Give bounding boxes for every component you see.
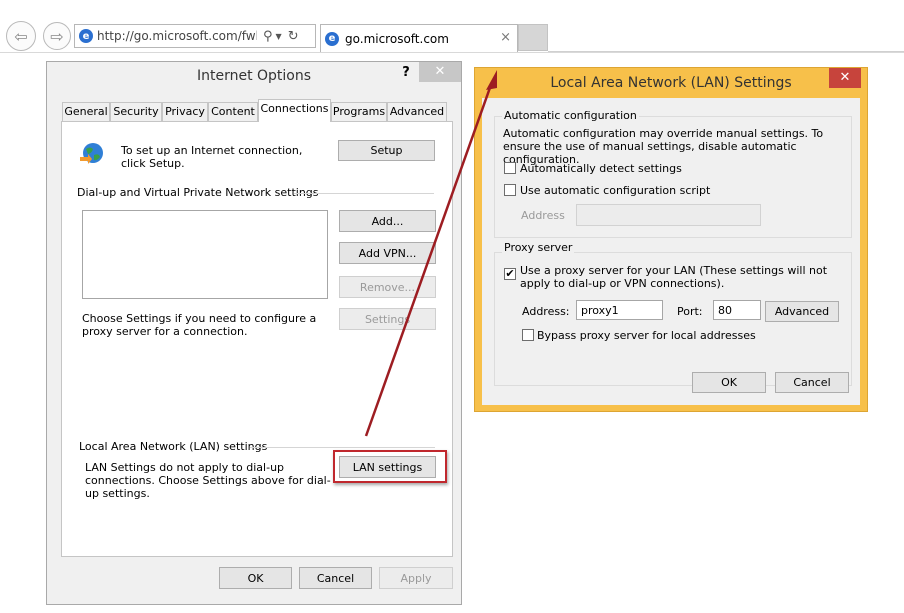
advanced-button[interactable]: Advanced [765,301,839,322]
add-vpn-button[interactable]: Add VPN... [339,242,436,264]
auto-script-checkbox[interactable] [504,184,516,196]
tab-general[interactable]: General [62,102,110,121]
lan-dialog-body: Automatic configuration Automatic config… [482,98,860,405]
bypass-label: Bypass proxy server for local addresses [537,329,756,342]
lan-text: LAN Settings do not apply to dial-up con… [85,461,331,500]
settings-text: Choose Settings if you need to configure… [82,312,317,338]
script-address-label: Address [521,209,565,222]
lan-close-button[interactable]: ✕ [829,68,861,88]
proxy-address-label: Address: [522,305,570,318]
apply-button[interactable]: Apply [379,567,453,589]
auto-detect-checkbox[interactable] [504,162,516,174]
add-button[interactable]: Add... [339,210,436,232]
setup-button[interactable]: Setup [338,140,435,161]
proxy-server-header: Proxy server [502,241,575,254]
settings-button[interactable]: Settings [339,308,436,330]
cancel-button[interactable]: Cancel [299,567,372,589]
address-url: http://go.microsoft.com/fwlin [97,29,257,43]
close-button[interactable]: ✕ [419,62,461,82]
port-input[interactable]: 80 [713,300,761,320]
dialup-header: Dial-up and Virtual Private Network sett… [77,186,319,199]
script-address-input[interactable] [576,204,761,226]
bypass-checkbox[interactable] [522,329,534,341]
browser-tab[interactable]: e go.microsoft.com × [320,24,518,52]
ok-button[interactable]: OK [219,567,292,589]
connections-panel: To set up an Internet connection, click … [61,121,453,557]
close-icon[interactable]: × [500,30,511,45]
forward-button[interactable]: ⇨ [43,22,71,50]
dialup-rule [294,193,434,194]
back-button[interactable]: ⇦ [6,21,36,51]
setup-text: To set up an Internet connection, click … [121,144,303,170]
lan-settings-dialog: Local Area Network (LAN) Settings ✕ Auto… [474,67,868,412]
lan-rule [250,447,435,448]
dropdown-icon[interactable]: ▼ [276,32,282,41]
lan-button-highlight [333,450,447,483]
ie-icon: e [325,31,339,46]
address-bar[interactable]: e http://go.microsoft.com/fwlin ⚲ ▼ ↻ [74,24,316,48]
lan-dialog-title: Local Area Network (LAN) Settings [550,75,792,91]
lan-ok-button[interactable]: OK [692,372,766,393]
back-icon: ⇦ [14,26,28,46]
tab-rule [548,51,904,52]
new-tab-button[interactable] [518,24,548,51]
auto-detect-label: Automatically detect settings [520,162,682,175]
tab-connections[interactable]: Connections [258,99,331,122]
remove-button[interactable]: Remove... [339,276,436,298]
auto-config-header: Automatic configuration [502,109,639,122]
globe-setup-icon [78,141,106,167]
connections-list[interactable] [82,210,328,299]
search-icon[interactable]: ⚲ [263,29,273,44]
tab-security[interactable]: Security [110,102,162,121]
refresh-icon[interactable]: ↻ [288,29,299,44]
lan-cancel-button[interactable]: Cancel [775,372,849,393]
lan-header: Local Area Network (LAN) settings [79,440,268,453]
internet-options-dialog: Internet Options ? ✕ General Security Pr… [46,61,462,605]
ie-icon: e [79,29,93,43]
check-icon: ✔ [505,267,515,280]
proxy-address-input[interactable]: proxy1 [576,300,663,320]
use-proxy-label: Use a proxy server for your LAN (These s… [520,264,828,290]
tab-content[interactable]: Content [208,102,258,121]
use-proxy-checkbox[interactable]: ✔ [504,268,516,280]
tab-title: go.microsoft.com [345,31,449,46]
help-icon[interactable]: ? [397,65,415,83]
forward-icon: ⇨ [50,26,64,46]
tab-programs[interactable]: Programs [331,102,387,121]
auto-config-text: Automatic configuration may override man… [503,127,824,166]
port-label: Port: [677,305,703,318]
tab-privacy[interactable]: Privacy [162,102,208,121]
tab-advanced[interactable]: Advanced [387,102,447,121]
auto-script-label: Use automatic configuration script [520,184,711,197]
